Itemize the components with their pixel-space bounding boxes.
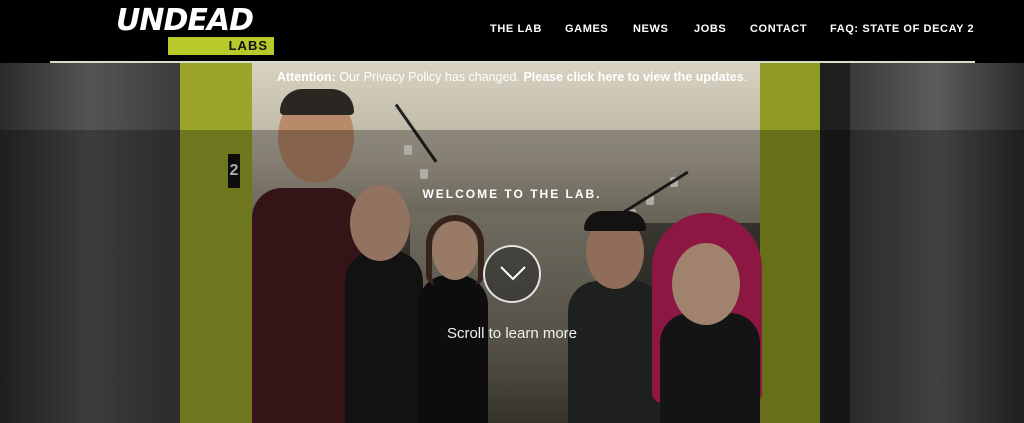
header-divider bbox=[50, 61, 975, 63]
nav-item-faq[interactable]: FAQ: STATE OF DECAY 2 bbox=[830, 23, 974, 35]
logo-labs-text: LABS bbox=[228, 38, 268, 53]
notice-message: Our Privacy Policy has changed. bbox=[335, 70, 524, 84]
main-nav: THE LAB GAMES NEWS JOBS CONTACT FAQ: STA… bbox=[0, 23, 1024, 39]
hero-section: 2 Attention: Our Privacy Policy has chan… bbox=[0, 63, 1024, 423]
notice-prefix: Attention: bbox=[276, 70, 336, 84]
notice-suffix: . bbox=[743, 70, 748, 84]
site-header: UNDEAD LABS THE LAB GAMES NEWS JOBS CONT… bbox=[0, 0, 1024, 63]
nav-item-contact[interactable]: CONTACT bbox=[750, 23, 807, 35]
scroll-down-button[interactable] bbox=[483, 245, 541, 303]
logo-labs-bar: LABS bbox=[168, 37, 274, 55]
nav-item-news[interactable]: NEWS bbox=[633, 23, 668, 35]
nav-item-games[interactable]: GAMES bbox=[565, 23, 608, 35]
privacy-policy-link[interactable]: Please click here to view the updates bbox=[523, 70, 743, 84]
privacy-notice: Attention: Our Privacy Policy has change… bbox=[0, 70, 1024, 86]
nav-item-the-lab[interactable]: THE LAB bbox=[490, 23, 542, 35]
welcome-heading: WELCOME TO THE LAB. bbox=[422, 187, 602, 201]
scroll-hint: Scroll to learn more bbox=[446, 325, 578, 342]
chevron-down-icon bbox=[500, 266, 526, 281]
nav-item-jobs[interactable]: JOBS bbox=[694, 23, 726, 35]
